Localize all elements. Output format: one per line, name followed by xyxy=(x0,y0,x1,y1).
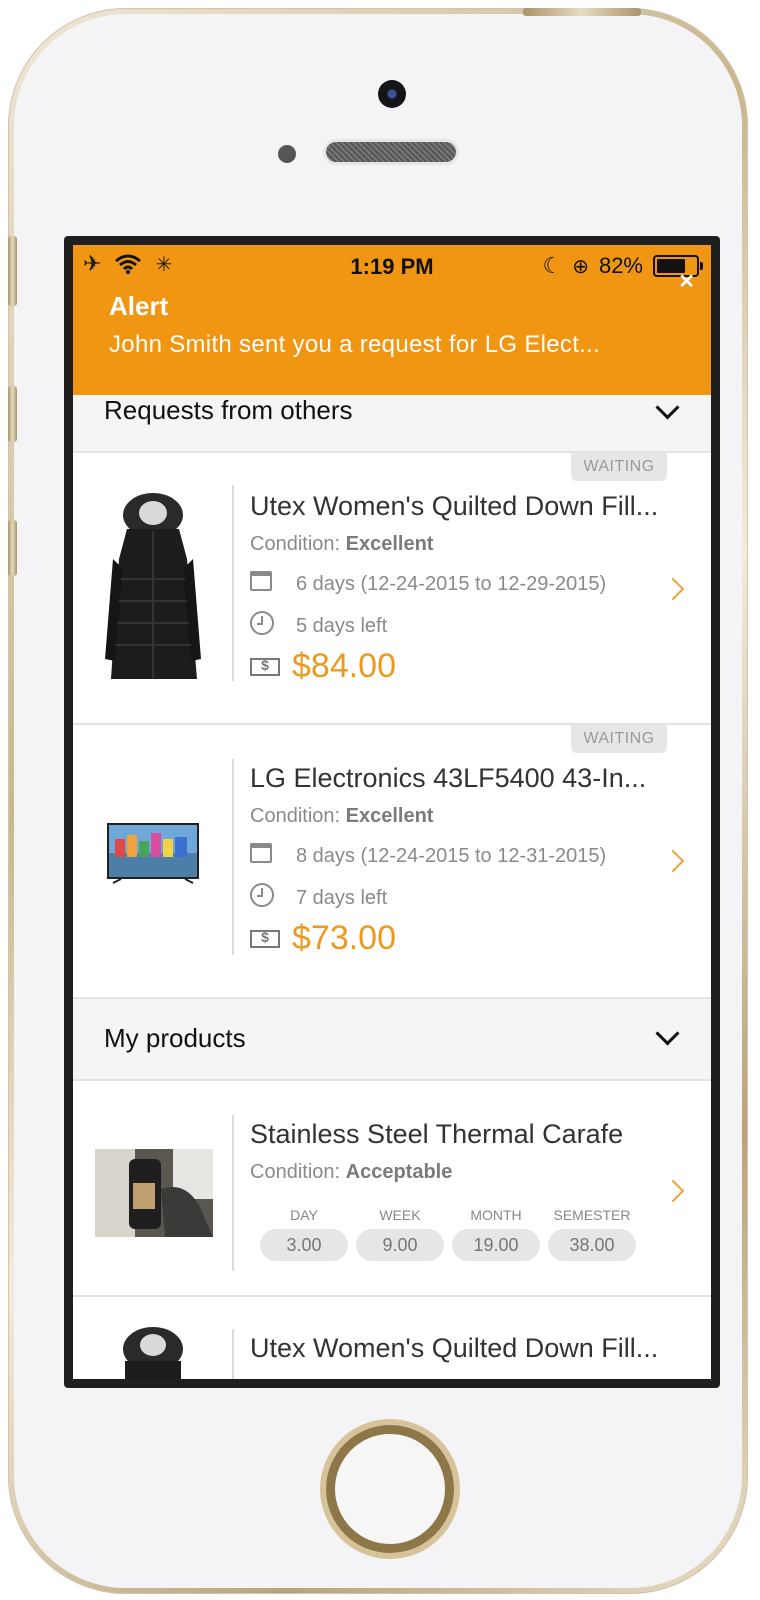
divider xyxy=(232,1329,234,1379)
app-viewport: ✈ ✳ 1:19 PM ☾ ⊕ 82% ✕ Alert John Smith s… xyxy=(73,245,711,1379)
coat-image xyxy=(123,1327,183,1379)
earpiece-speaker xyxy=(326,142,456,162)
status-badge: WAITING xyxy=(571,453,667,481)
rate-month: MONTH 19.00 xyxy=(452,1207,540,1261)
money-icon xyxy=(250,929,280,948)
screen: ✈ ✳ 1:19 PM ☾ ⊕ 82% ✕ Alert John Smith s… xyxy=(64,236,720,1388)
money-icon xyxy=(250,657,280,676)
condition-value: Excellent xyxy=(345,533,434,555)
calendar-icon xyxy=(250,843,272,863)
divider xyxy=(232,1115,234,1271)
condition-value: Excellent xyxy=(345,805,434,827)
close-icon[interactable]: ✕ xyxy=(678,269,695,294)
item-condition: Condition: Acceptable xyxy=(250,1161,453,1183)
power-button xyxy=(523,8,641,16)
moon-icon: ☾ xyxy=(542,253,563,278)
price-line: $73.00 xyxy=(250,919,396,958)
price-line: $84.00 xyxy=(250,647,396,686)
time-left: 7 days left xyxy=(250,883,387,913)
item-title: Utex Women's Quilted Down Fill... xyxy=(250,1333,659,1363)
volume-up-button xyxy=(8,386,17,442)
rotation-lock-icon: ⊕ xyxy=(572,255,589,278)
home-button[interactable] xyxy=(326,1425,454,1553)
alert-banner[interactable]: ✈ ✳ 1:19 PM ☾ ⊕ 82% ✕ Alert John Smith s… xyxy=(73,245,711,395)
rate-week: WEEK 9.00 xyxy=(356,1207,444,1261)
chevron-right-icon[interactable] xyxy=(661,1179,685,1203)
rate-semester: SEMESTER 38.00 xyxy=(548,1207,636,1261)
time-left: 5 days left xyxy=(250,611,387,641)
coat-image xyxy=(105,493,201,679)
carafe-image xyxy=(95,1149,213,1237)
item-price: $84.00 xyxy=(292,647,396,685)
rate-day: DAY 3.00 xyxy=(260,1207,348,1261)
status-bar: ✈ ✳ 1:19 PM ☾ ⊕ 82% xyxy=(73,245,711,283)
item-title: Stainless Steel Thermal Carafe xyxy=(250,1119,624,1149)
calendar-icon xyxy=(250,571,272,591)
item-price: $73.00 xyxy=(292,919,396,957)
clock-icon xyxy=(250,883,274,907)
status-badge: WAITING xyxy=(571,725,667,753)
rental-duration: 8 days (12-24-2015 to 12-31-2015) xyxy=(250,843,606,869)
clock-icon xyxy=(250,611,274,635)
alert-title: Alert xyxy=(109,291,169,321)
tv-image xyxy=(107,823,199,884)
item-condition: Condition: Excellent xyxy=(250,533,434,555)
item-title: Utex Women's Quilted Down Fill... xyxy=(250,491,659,521)
section-title: Requests from others xyxy=(104,395,353,425)
list-item[interactable]: Utex Women's Quilted Down Fill... xyxy=(73,1297,711,1379)
chevron-right-icon[interactable] xyxy=(661,849,685,873)
front-camera xyxy=(378,80,406,108)
section-header-requests[interactable]: Requests from others xyxy=(73,395,711,453)
item-condition: Condition: Excellent xyxy=(250,805,434,827)
divider xyxy=(232,485,234,681)
section-header-my-products[interactable]: My products xyxy=(73,999,711,1081)
section-title: My products xyxy=(104,1023,246,1053)
mute-switch xyxy=(8,236,17,306)
rental-rates: DAY 3.00 WEEK 9.00 MONTH 19.00 SEMESTER … xyxy=(260,1207,636,1261)
list-item[interactable]: WAITING LG Electronics 43LF5400 43-In... xyxy=(73,725,711,999)
proximity-sensor xyxy=(278,145,296,163)
chevron-right-icon[interactable] xyxy=(661,577,685,601)
rental-duration: 6 days (12-24-2015 to 12-29-2015) xyxy=(250,571,606,597)
chevron-down-icon[interactable] xyxy=(655,395,680,420)
alert-message: John Smith sent you a request for LG Ele… xyxy=(109,331,601,358)
divider xyxy=(232,759,234,955)
phone-frame: ✈ ✳ 1:19 PM ☾ ⊕ 82% ✕ Alert John Smith s… xyxy=(8,8,748,1594)
list-item[interactable]: WAITING Utex Women's Quilted Down Fill..… xyxy=(73,453,711,725)
battery-percent: 82% xyxy=(598,253,643,278)
list-item[interactable]: Stainless Steel Thermal Carafe Condition… xyxy=(73,1081,711,1297)
condition-value: Acceptable xyxy=(345,1161,453,1183)
item-title: LG Electronics 43LF5400 43-In... xyxy=(250,763,647,793)
chevron-down-icon[interactable] xyxy=(655,1021,680,1046)
volume-down-button xyxy=(8,520,17,576)
